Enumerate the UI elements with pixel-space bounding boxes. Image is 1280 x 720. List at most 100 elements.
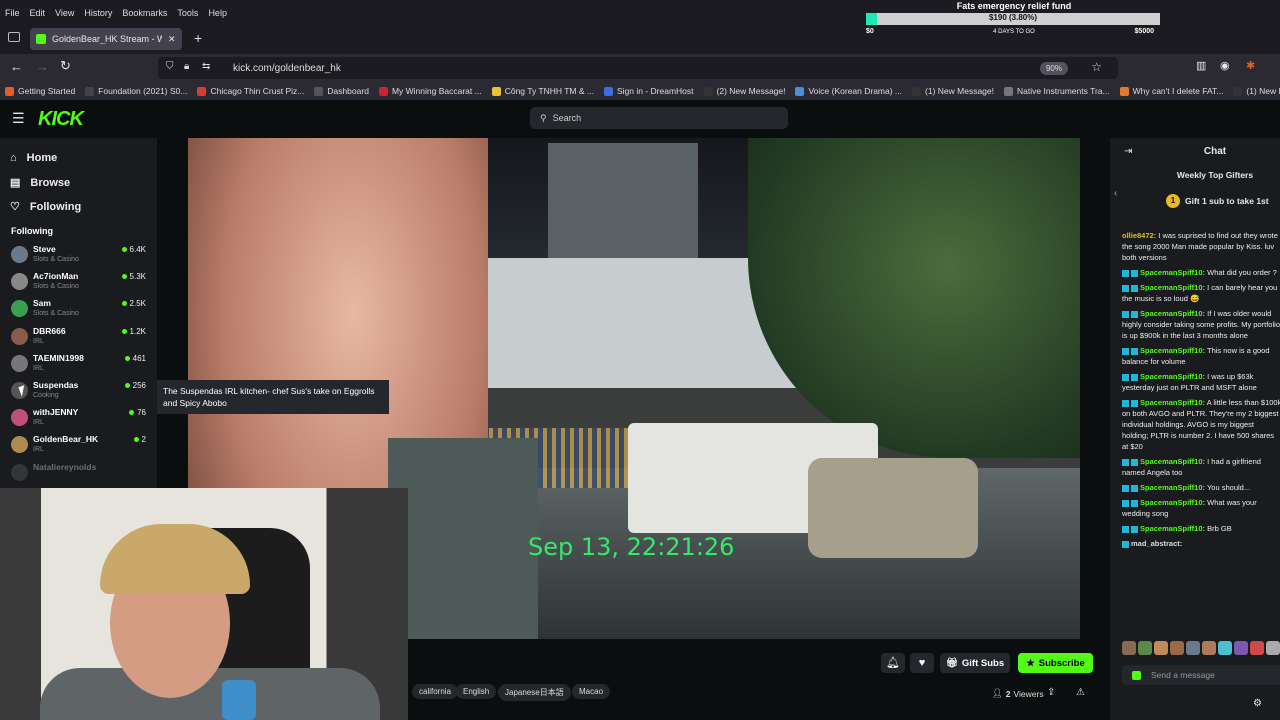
bookmark-item[interactable]: (1) New Message!: [1228, 86, 1280, 96]
bookmark-star-icon[interactable]: ☆: [1091, 60, 1102, 74]
fund-title: Fats emergency relief fund: [956, 1, 1072, 11]
emote-icon[interactable]: [1170, 641, 1184, 655]
kick-logo[interactable]: KICK: [38, 108, 84, 131]
lock-icon[interactable]: 🔒︎: [184, 61, 189, 72]
avatar: [11, 463, 28, 481]
emote-icon[interactable]: [1266, 641, 1280, 655]
shield-icon[interactable]: ⛉: [166, 61, 174, 72]
sidebar-channel[interactable]: GoldenBear_HK IRL 2: [11, 432, 151, 458]
emote-icon[interactable]: [1250, 641, 1264, 655]
bookmark-item[interactable]: Getting Started: [0, 86, 80, 96]
close-tab-icon[interactable]: ✕: [168, 34, 176, 45]
emote-icon[interactable]: [1218, 641, 1232, 655]
emote-icon[interactable]: [1154, 641, 1168, 655]
chat-username[interactable]: SpacemanSpiff10:: [1140, 283, 1205, 292]
menu-help[interactable]: Help: [203, 8, 232, 18]
menu-view[interactable]: View: [50, 8, 79, 18]
bookmark-item[interactable]: Công Ty TNHH TM & ...: [487, 86, 599, 96]
extension-icon[interactable]: ✱: [1246, 59, 1255, 72]
chat-username[interactable]: SpacemanSpiff10:: [1140, 398, 1205, 407]
bookmark-item[interactable]: Chicago Thin Crust Piz...: [192, 86, 309, 96]
emote-icon[interactable]: [1122, 641, 1136, 655]
sidebar-channel[interactable]: Suspendas Cooking 256: [11, 378, 151, 404]
bookmark-label: Công Ty TNHH TM & ...: [504, 86, 594, 96]
subscribe-button[interactable]: ★ Subscribe: [1018, 653, 1093, 673]
follow-heart-button[interactable]: ♥: [910, 653, 934, 673]
emote-icon[interactable]: [1202, 641, 1216, 655]
notification-bell-button[interactable]: 🔔︎: [881, 653, 905, 673]
search-placeholder: Search: [552, 113, 582, 123]
stream-tag[interactable]: california: [412, 684, 459, 699]
stream-tag[interactable]: English: [456, 684, 497, 699]
new-tab-icon[interactable]: +: [194, 30, 202, 46]
bookmark-item[interactable]: (2) New Message!: [699, 86, 791, 96]
sidebar-channel[interactable]: TAEMIN1998 IRL 461: [11, 351, 151, 377]
stream-tag[interactable]: Macao: [572, 684, 611, 699]
bookmark-item[interactable]: Sign in - DreamHost: [599, 86, 699, 96]
nav-browse[interactable]: ▤ Browse: [10, 176, 70, 190]
chat-username[interactable]: ollie8472:: [1122, 231, 1156, 240]
chevron-left-icon[interactable]: ‹: [1114, 188, 1117, 199]
emoji-picker-icon[interactable]: [1132, 670, 1141, 680]
bookmark-label: Native Instruments Tra...: [1017, 86, 1110, 96]
bookmark-item[interactable]: Dashboard: [309, 86, 374, 96]
active-tab[interactable]: GoldenBear_HK Stream - W ✕: [30, 28, 182, 50]
emote-icon[interactable]: [1138, 641, 1152, 655]
report-icon[interactable]: ⚠: [1076, 687, 1085, 698]
webcam-microphone: [222, 680, 256, 720]
chat-settings-icon[interactable]: ⚙: [1253, 698, 1262, 709]
bookmark-item[interactable]: Voice (Korean Drama) ...: [790, 86, 907, 96]
sidebar-channel[interactable]: withJENNY IRL 76: [11, 405, 151, 431]
sidebar-channel[interactable]: DBR666 IRL 1.2K: [11, 324, 151, 350]
gift-subs-button[interactable]: 🎁︎ Gift Subs: [940, 653, 1010, 673]
sidebar-channel[interactable]: Sam Slots & Casino 2.5K: [11, 296, 151, 322]
sidebar-channel[interactable]: Steve Slots & Casino 6.4K: [11, 242, 151, 268]
live-dot-icon: [121, 247, 127, 252]
chat-username[interactable]: SpacemanSpiff10:: [1140, 309, 1205, 318]
reload-icon[interactable]: ↻: [60, 58, 71, 74]
menu-history[interactable]: History: [79, 8, 117, 18]
chat-message-input[interactable]: Send a message: [1122, 665, 1280, 685]
nav-following[interactable]: ♡ Following: [10, 200, 81, 214]
hamburger-menu-icon[interactable]: ☰: [12, 110, 25, 127]
chat-username[interactable]: SpacemanSpiff10:: [1140, 372, 1205, 381]
bookmark-label: (1) New Message!: [925, 86, 994, 96]
back-icon[interactable]: ←: [10, 59, 23, 74]
top-gifter-prompt[interactable]: 1 Gift 1 sub to take 1st: [1166, 194, 1269, 208]
search-input[interactable]: ⚲ Search: [530, 107, 788, 129]
stream-tag[interactable]: Japanese日本語: [498, 684, 571, 701]
emote-icon[interactable]: [1234, 641, 1248, 655]
menu-edit[interactable]: Edit: [25, 8, 51, 18]
menu-file[interactable]: File: [0, 8, 25, 18]
forward-icon[interactable]: →: [36, 59, 49, 74]
bookmark-item[interactable]: (1) New Message!: [907, 86, 999, 96]
bookmark-item[interactable]: Why can't I delete FAT...: [1115, 86, 1229, 96]
bookmark-item[interactable]: Foundation (2021) S0...: [80, 86, 192, 96]
channel-viewers: 461: [124, 354, 146, 363]
sidebar-toggle-icon[interactable]: ▥: [1196, 59, 1206, 72]
sidebar-channel[interactable]: Natalie​reynolds: [11, 460, 151, 486]
share-icon[interactable]: ⇪: [1047, 687, 1055, 698]
menu-bookmarks[interactable]: Bookmarks: [117, 8, 172, 18]
chat-username[interactable]: SpacemanSpiff10:: [1140, 268, 1205, 277]
viewers-icon: 👤︎: [992, 688, 1003, 698]
chat-username[interactable]: mad_abstract:: [1131, 539, 1182, 548]
permissions-icon[interactable]: ⇆: [202, 61, 210, 72]
chat-username[interactable]: SpacemanSpiff10:: [1140, 457, 1205, 466]
zoom-level[interactable]: 90%: [1039, 62, 1068, 75]
nav-home[interactable]: ⌂ Home: [10, 152, 57, 164]
menu-tools[interactable]: Tools: [172, 8, 203, 18]
sidebar-channel[interactable]: Ac7ionMan Slots & Casino 5.3K: [11, 269, 151, 295]
emote-icon[interactable]: [1186, 641, 1200, 655]
url-bar[interactable]: ⛉ 🔒︎ ⇆ kick.com/goldenbear_hk 90% ☆: [158, 57, 1118, 79]
chat-username[interactable]: SpacemanSpiff10:: [1140, 483, 1205, 492]
search-icon: ⚲: [540, 112, 547, 123]
chat-username[interactable]: SpacemanSpiff10:: [1140, 498, 1205, 507]
bookmark-item[interactable]: My Winning Baccarat ...: [374, 86, 487, 96]
chat-username[interactable]: SpacemanSpiff10:: [1140, 524, 1205, 533]
account-icon[interactable]: ◉: [1220, 59, 1230, 72]
bookmark-item[interactable]: Native Instruments Tra...: [999, 86, 1115, 96]
tab-list-icon[interactable]: [8, 32, 20, 42]
chat-username[interactable]: SpacemanSpiff10:: [1140, 346, 1205, 355]
bookmark-favicon-icon: [912, 86, 922, 96]
